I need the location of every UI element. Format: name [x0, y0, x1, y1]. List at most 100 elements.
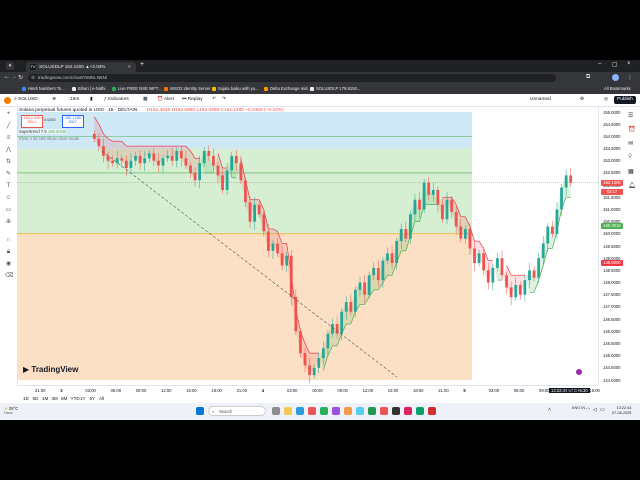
back-icon[interactable]: ← — [4, 74, 10, 80]
maximize-icon[interactable]: ▢ — [612, 61, 618, 68]
magnet-icon[interactable]: ∩ — [5, 237, 12, 244]
layout-name[interactable]: Unnamed — [530, 94, 551, 106]
chrome-icon[interactable] — [308, 407, 316, 415]
extensions-icon[interactable]: ⧉ — [586, 74, 590, 81]
chart-canvas[interactable] — [17, 107, 598, 385]
time-label: 12:00 — [161, 388, 172, 393]
candle-body-39 — [271, 243, 275, 251]
interval-selector[interactable]: 15m — [70, 94, 79, 106]
compare-icon[interactable]: ⊕ — [52, 94, 56, 106]
menu-icon[interactable]: ⋮ — [627, 74, 633, 81]
wifi-icon[interactable]: ◠ — [586, 407, 590, 413]
trendline-icon[interactable]: ╱ — [5, 123, 12, 130]
store-icon[interactable] — [320, 407, 328, 415]
reload-icon[interactable]: ↻ — [18, 74, 23, 81]
notifications-icon[interactable]: 🔔︎ — [628, 182, 636, 189]
crosshair-icon[interactable]: + — [5, 111, 12, 118]
time-label: 18:00 — [211, 388, 222, 393]
time-label: 06:00 — [110, 388, 122, 393]
tray-chevron-icon[interactable]: ˄ — [548, 407, 551, 413]
price-chart[interactable]: Solana perpetual futures quoted in USD ·… — [17, 107, 598, 385]
all-bookmarks[interactable]: All Bookmarks — [604, 84, 631, 94]
bookmark-1[interactable]: Bihari | e-Nidhi — [72, 84, 105, 94]
candle-body-73 — [427, 182, 431, 195]
url-input[interactable]: ⚙ tradingview.com/chart/OMELN6N/ — [28, 74, 556, 82]
text-icon[interactable]: T — [5, 183, 12, 190]
replay-button[interactable]: ⏮ Replay — [182, 94, 203, 106]
clock[interactable]: 13:22:44 07-06-2025 — [612, 406, 631, 416]
ideas-icon[interactable]: 💡︎ — [628, 154, 632, 161]
alerts-icon[interactable]: ⏰ — [628, 126, 635, 133]
profile-icon[interactable] — [612, 74, 619, 81]
emoji-icon[interactable]: ☺ — [5, 195, 12, 202]
fib-icon[interactable]: ≡ — [5, 135, 12, 142]
task-view-icon[interactable] — [272, 407, 280, 415]
forward-icon[interactable]: → — [11, 74, 17, 80]
watchlist-icon[interactable]: ☰ — [628, 112, 633, 119]
bookmark-2[interactable]: Live FREE NSE NIFT... — [112, 84, 161, 94]
prediction-icon[interactable]: ⇅ — [5, 159, 12, 166]
site-info-icon[interactable]: ⚙ — [31, 74, 35, 82]
chat-icon[interactable]: ✉ — [628, 140, 633, 147]
zoom-icon[interactable]: ⊕ — [5, 219, 12, 226]
tab-search-icon[interactable]: ▾ — [6, 62, 14, 70]
tab-close-icon[interactable]: × — [128, 62, 131, 72]
current-price-tag: 152.1200 — [601, 179, 623, 186]
edge-icon[interactable] — [296, 407, 304, 415]
minimize-icon[interactable]: – — [598, 61, 601, 67]
app-icon-7[interactable] — [416, 407, 424, 415]
start-icon[interactable] — [196, 407, 204, 415]
eye-icon[interactable]: ◉ — [5, 261, 12, 268]
app-icon-8[interactable] — [428, 407, 436, 415]
app-icon-1[interactable] — [344, 407, 352, 415]
bookmark-3[interactable]: WSO2 Identity Server — [164, 84, 211, 94]
bookmark-4[interactable]: Sujala baiku with yu... — [212, 84, 259, 94]
indicator-supertrend[interactable]: Supertrend 7 5 150.3018 — [19, 129, 66, 134]
indicator-pivot[interactable]: Pivot 4 30 180 show close mode — [19, 136, 79, 141]
weather-widget[interactable]: ☀ 28°C Haze — [4, 406, 18, 415]
app-icon-4[interactable] — [380, 407, 388, 415]
symbol-search[interactable]: ⌕ SOLUSD — [14, 94, 38, 106]
address-bar-row: ← → ↻ ⚙ tradingview.com/chart/OMELN6N/ ⧉… — [0, 72, 640, 84]
pattern-icon[interactable]: ⋀ — [5, 147, 12, 154]
ruler-icon[interactable]: ▭ — [5, 207, 12, 214]
price-axis[interactable]: 155.0000 154.5000 154.0000 153.5000 153.0000… — [598, 107, 640, 385]
app-icon-3[interactable] — [368, 407, 376, 415]
candle-body-100 — [551, 226, 554, 234]
language-indicator[interactable]: ENG IN — [572, 406, 585, 411]
battery-icon[interactable]: ▭ — [600, 407, 605, 413]
lock-icon[interactable]: 🔒︎ — [5, 249, 12, 256]
indicators-button[interactable]: ƒ Indicators — [104, 94, 129, 106]
user-avatar[interactable] — [4, 97, 11, 104]
camera-icon[interactable]: ◎ — [604, 94, 608, 106]
bookmark-5[interactable]: Delta Exchange mid... — [264, 84, 311, 94]
goto-realtime-icon[interactable] — [576, 369, 582, 375]
calendar-icon[interactable]: ▦ — [628, 168, 634, 175]
sell-button[interactable]: 152.1 000 SELL — [21, 115, 43, 128]
trash-icon[interactable]: ⌫ — [5, 273, 13, 280]
taskbar-search[interactable]: ⌕ Search — [208, 406, 266, 416]
volume-icon[interactable]: ◁ — [593, 407, 597, 413]
brush-icon[interactable]: ✎ — [5, 171, 12, 178]
close-window-icon[interactable]: × — [627, 61, 631, 67]
templates-icon[interactable]: ▦ — [143, 94, 148, 106]
new-tab-icon[interactable]: + — [140, 61, 144, 68]
app-icon-5[interactable] — [392, 407, 400, 415]
browser-tab[interactable]: TV SOLUSDLP 152.1200 ▲+2.04% × — [26, 62, 136, 72]
bookmark-0[interactable]: Hindi Numbers To... — [22, 84, 65, 94]
publish-button[interactable]: Publish — [614, 96, 636, 104]
legend-title[interactable]: Solana perpetual futures quoted in USD ·… — [19, 108, 137, 113]
settings-icon[interactable]: ⚙ — [580, 94, 584, 106]
file-explorer-icon[interactable] — [284, 407, 292, 415]
candle-body-29 — [225, 170, 229, 190]
app-icon-6[interactable] — [404, 407, 412, 415]
buy-button[interactable]: 152.1250 BUY — [62, 115, 84, 128]
app-icon-2[interactable] — [356, 407, 364, 415]
price-label: 146.0000 — [603, 328, 621, 334]
candle-type-icon[interactable]: ▮ — [90, 94, 93, 106]
undo-icon[interactable]: ↶ — [212, 94, 216, 106]
bookmark-6[interactable]: SOLUSDLP 178.6150... — [310, 84, 360, 94]
alert-button[interactable]: ⏰ Alert — [157, 94, 174, 106]
redo-icon[interactable]: ↷ — [222, 94, 226, 106]
teams-icon[interactable] — [332, 407, 340, 415]
